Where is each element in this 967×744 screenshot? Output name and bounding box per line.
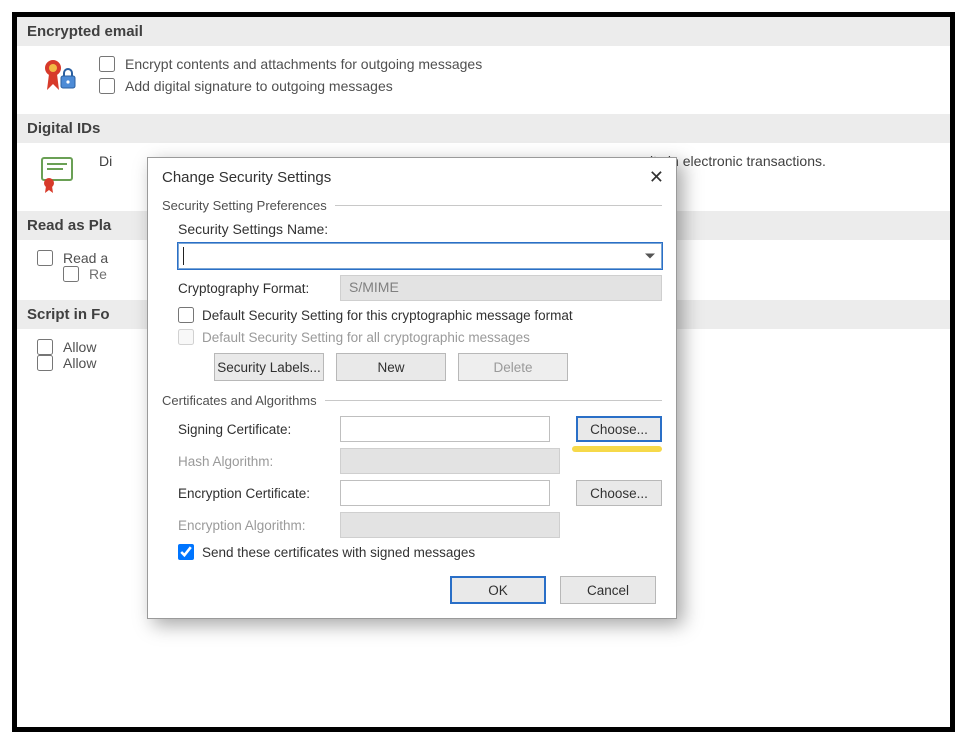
checkbox-send-certs[interactable]: Send these certificates with signed mess…: [178, 544, 662, 560]
signing-choose-button[interactable]: Choose...: [576, 416, 662, 442]
checkbox-read-all-label: Read a: [63, 250, 108, 266]
checkbox-encrypt-outgoing-label: Encrypt contents and attachments for out…: [125, 56, 482, 72]
certificate-icon: [39, 153, 79, 193]
change-security-settings-dialog: Change Security Settings ✕ Security Sett…: [147, 157, 677, 619]
cryptography-format-value: S/MIME: [349, 279, 399, 295]
checkbox-send-certs-input[interactable]: [178, 544, 194, 560]
hash-algorithm-label: Hash Algorithm:: [162, 454, 332, 469]
checkbox-default-this-format-label: Default Security Setting for this crypto…: [202, 308, 573, 323]
checkbox-default-this-format[interactable]: Default Security Setting for this crypto…: [178, 307, 662, 323]
encryption-choose-button[interactable]: Choose...: [576, 480, 662, 506]
checkbox-allow-1-label: Allow: [63, 339, 96, 355]
section-header-digital-ids: Digital IDs: [17, 114, 950, 143]
digital-ids-leading-text: Di: [99, 153, 112, 169]
checkbox-default-this-format-input[interactable]: [178, 307, 194, 323]
highlight-mark-icon: [572, 446, 662, 452]
cancel-button[interactable]: Cancel: [560, 576, 656, 604]
checkbox-allow-1-input[interactable]: [37, 339, 53, 355]
encryption-algorithm-label: Encryption Algorithm:: [162, 518, 332, 533]
checkbox-add-signature-input[interactable]: [99, 78, 115, 94]
cryptography-format-label: Cryptography Format:: [162, 281, 332, 296]
checkbox-default-all-input: [178, 329, 194, 345]
signing-certificate-field: [340, 416, 550, 442]
checkbox-read-sub-input[interactable]: [63, 266, 79, 282]
chevron-down-icon[interactable]: [645, 254, 655, 259]
checkbox-default-all: Default Security Setting for all cryptog…: [178, 329, 662, 345]
checkbox-add-signature-label: Add digital signature to outgoing messag…: [125, 78, 393, 94]
dialog-title: Change Security Settings: [162, 169, 331, 186]
checkbox-default-all-label: Default Security Setting for all cryptog…: [202, 330, 530, 345]
close-icon[interactable]: ✕: [649, 168, 664, 186]
divider: [335, 205, 662, 206]
checkbox-encrypt-outgoing[interactable]: Encrypt contents and attachments for out…: [99, 56, 482, 72]
encryption-certificate-field: [340, 480, 550, 506]
group-certs-label: Certificates and Algorithms: [162, 393, 317, 408]
encryption-certificate-label: Encryption Certificate:: [162, 486, 332, 501]
security-settings-name-label: Security Settings Name:: [178, 221, 328, 237]
cryptography-format-select: S/MIME: [340, 275, 662, 301]
ok-button[interactable]: OK: [450, 576, 546, 604]
security-labels-button[interactable]: Security Labels...: [214, 353, 324, 381]
encryption-algorithm-select: [340, 512, 560, 538]
section-header-encrypted-email: Encrypted email: [17, 17, 950, 46]
security-settings-name-input[interactable]: [178, 243, 662, 269]
divider: [325, 400, 662, 401]
checkbox-encrypt-outgoing-input[interactable]: [99, 56, 115, 72]
hash-algorithm-select: [340, 448, 560, 474]
group-preferences-label: Security Setting Preferences: [162, 198, 327, 213]
new-button[interactable]: New: [336, 353, 446, 381]
certificate-ribbon-lock-icon: [39, 56, 79, 96]
signing-certificate-label: Signing Certificate:: [162, 422, 332, 437]
checkbox-read-sub-label: Re: [89, 266, 107, 282]
checkbox-send-certs-label: Send these certificates with signed mess…: [202, 545, 475, 560]
text-caret-icon: [183, 247, 184, 265]
checkbox-read-all-input[interactable]: [37, 250, 53, 266]
checkbox-allow-2-input[interactable]: [37, 355, 53, 371]
delete-button: Delete: [458, 353, 568, 381]
checkbox-allow-2-label: Allow: [63, 355, 96, 371]
checkbox-add-signature[interactable]: Add digital signature to outgoing messag…: [99, 78, 482, 94]
